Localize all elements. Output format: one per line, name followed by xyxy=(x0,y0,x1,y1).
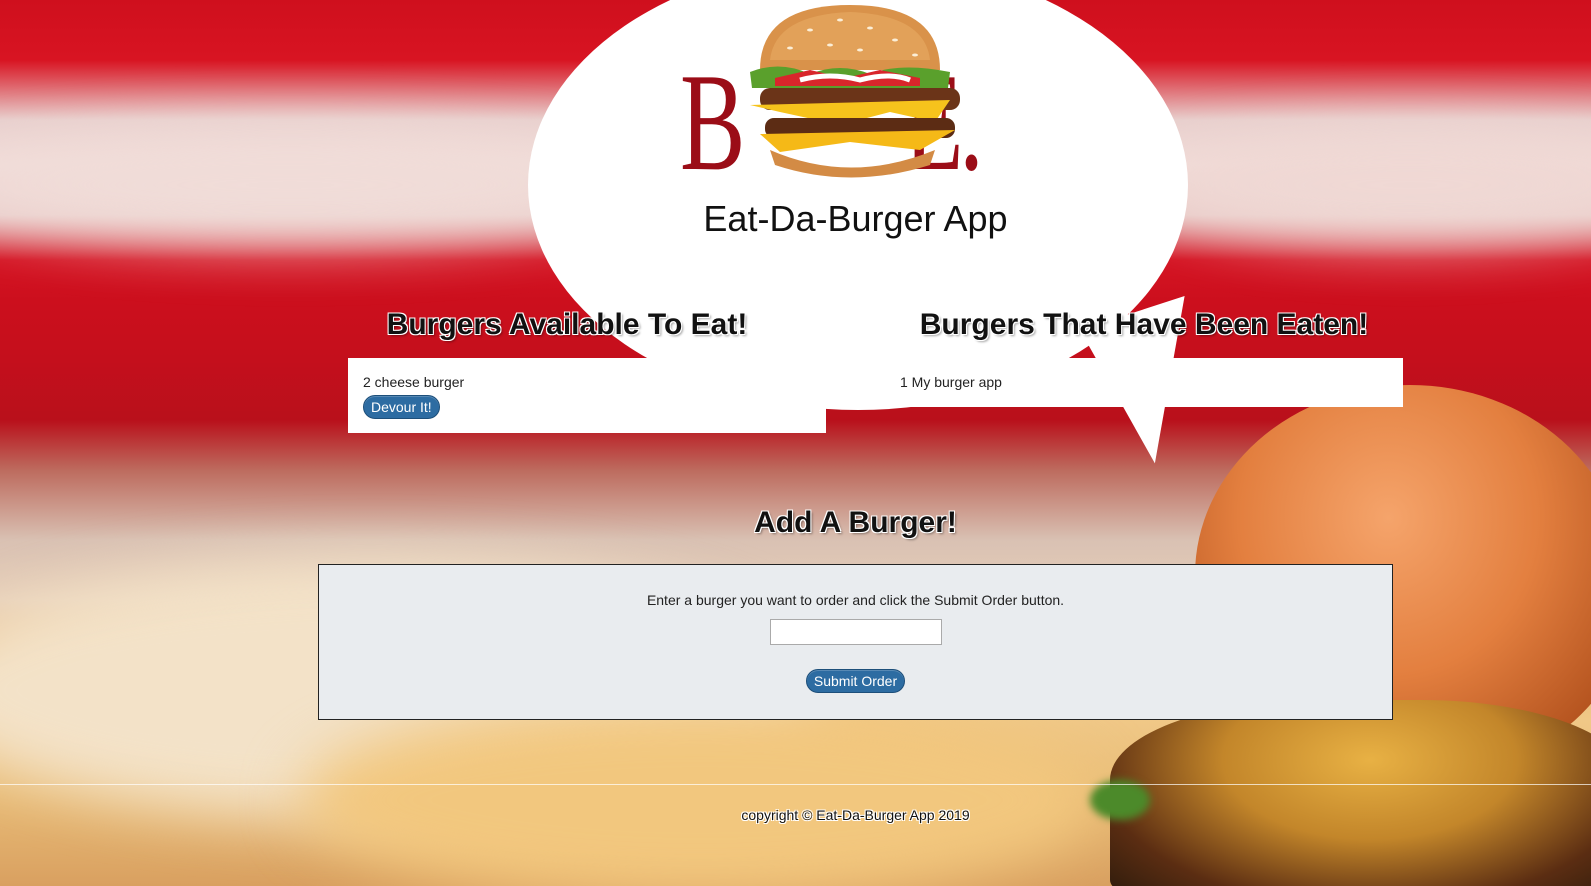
burger-icon xyxy=(750,5,960,178)
eaten-burgers-heading: Burgers That Have Been Eaten! xyxy=(919,308,1369,341)
list-item: 2 cheese burger Devour It! xyxy=(363,374,811,419)
burger-name-input[interactable] xyxy=(769,619,942,645)
devour-button[interactable]: Devour It! xyxy=(363,395,440,419)
add-burger-form: Enter a burger you want to order and cli… xyxy=(318,564,1393,720)
burger-patty-image xyxy=(1110,700,1591,886)
available-burgers-list: 2 cheese burger Devour It! xyxy=(348,358,826,433)
add-burger-instructions: Enter a burger you want to order and cli… xyxy=(646,592,1065,608)
eaten-burgers-list: 1 My burger app xyxy=(885,358,1403,407)
add-burger-heading: Add A Burger! xyxy=(754,506,957,539)
available-burgers-heading: Burgers Available To Eat! xyxy=(386,308,748,341)
app-title: Eat-Da-Burger App xyxy=(703,198,1008,239)
logo: B E. xyxy=(680,0,1040,200)
list-item: 1 My burger app xyxy=(900,374,1002,390)
burger-name: 2 cheese burger xyxy=(363,374,465,390)
footer-copyright: copyright © Eat-Da-Burger App 2019 xyxy=(741,807,970,823)
footer-divider xyxy=(0,784,1591,785)
submit-order-button[interactable]: Submit Order xyxy=(805,669,906,693)
